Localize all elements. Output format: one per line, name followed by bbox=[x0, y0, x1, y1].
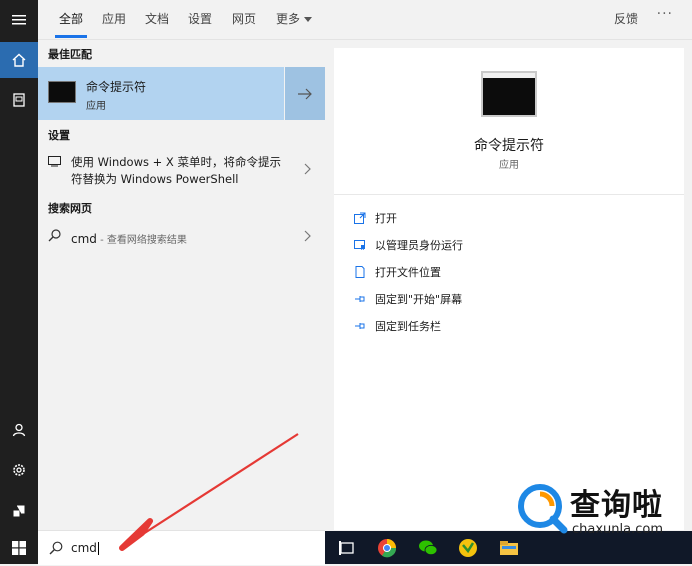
magnifier-logo-icon bbox=[518, 484, 568, 534]
watermark-logo: 查询啦 chaxunla.com bbox=[510, 478, 692, 550]
watermark-brand: 查询啦 bbox=[570, 488, 663, 523]
watermark-url: chaxunla.com bbox=[572, 522, 663, 537]
